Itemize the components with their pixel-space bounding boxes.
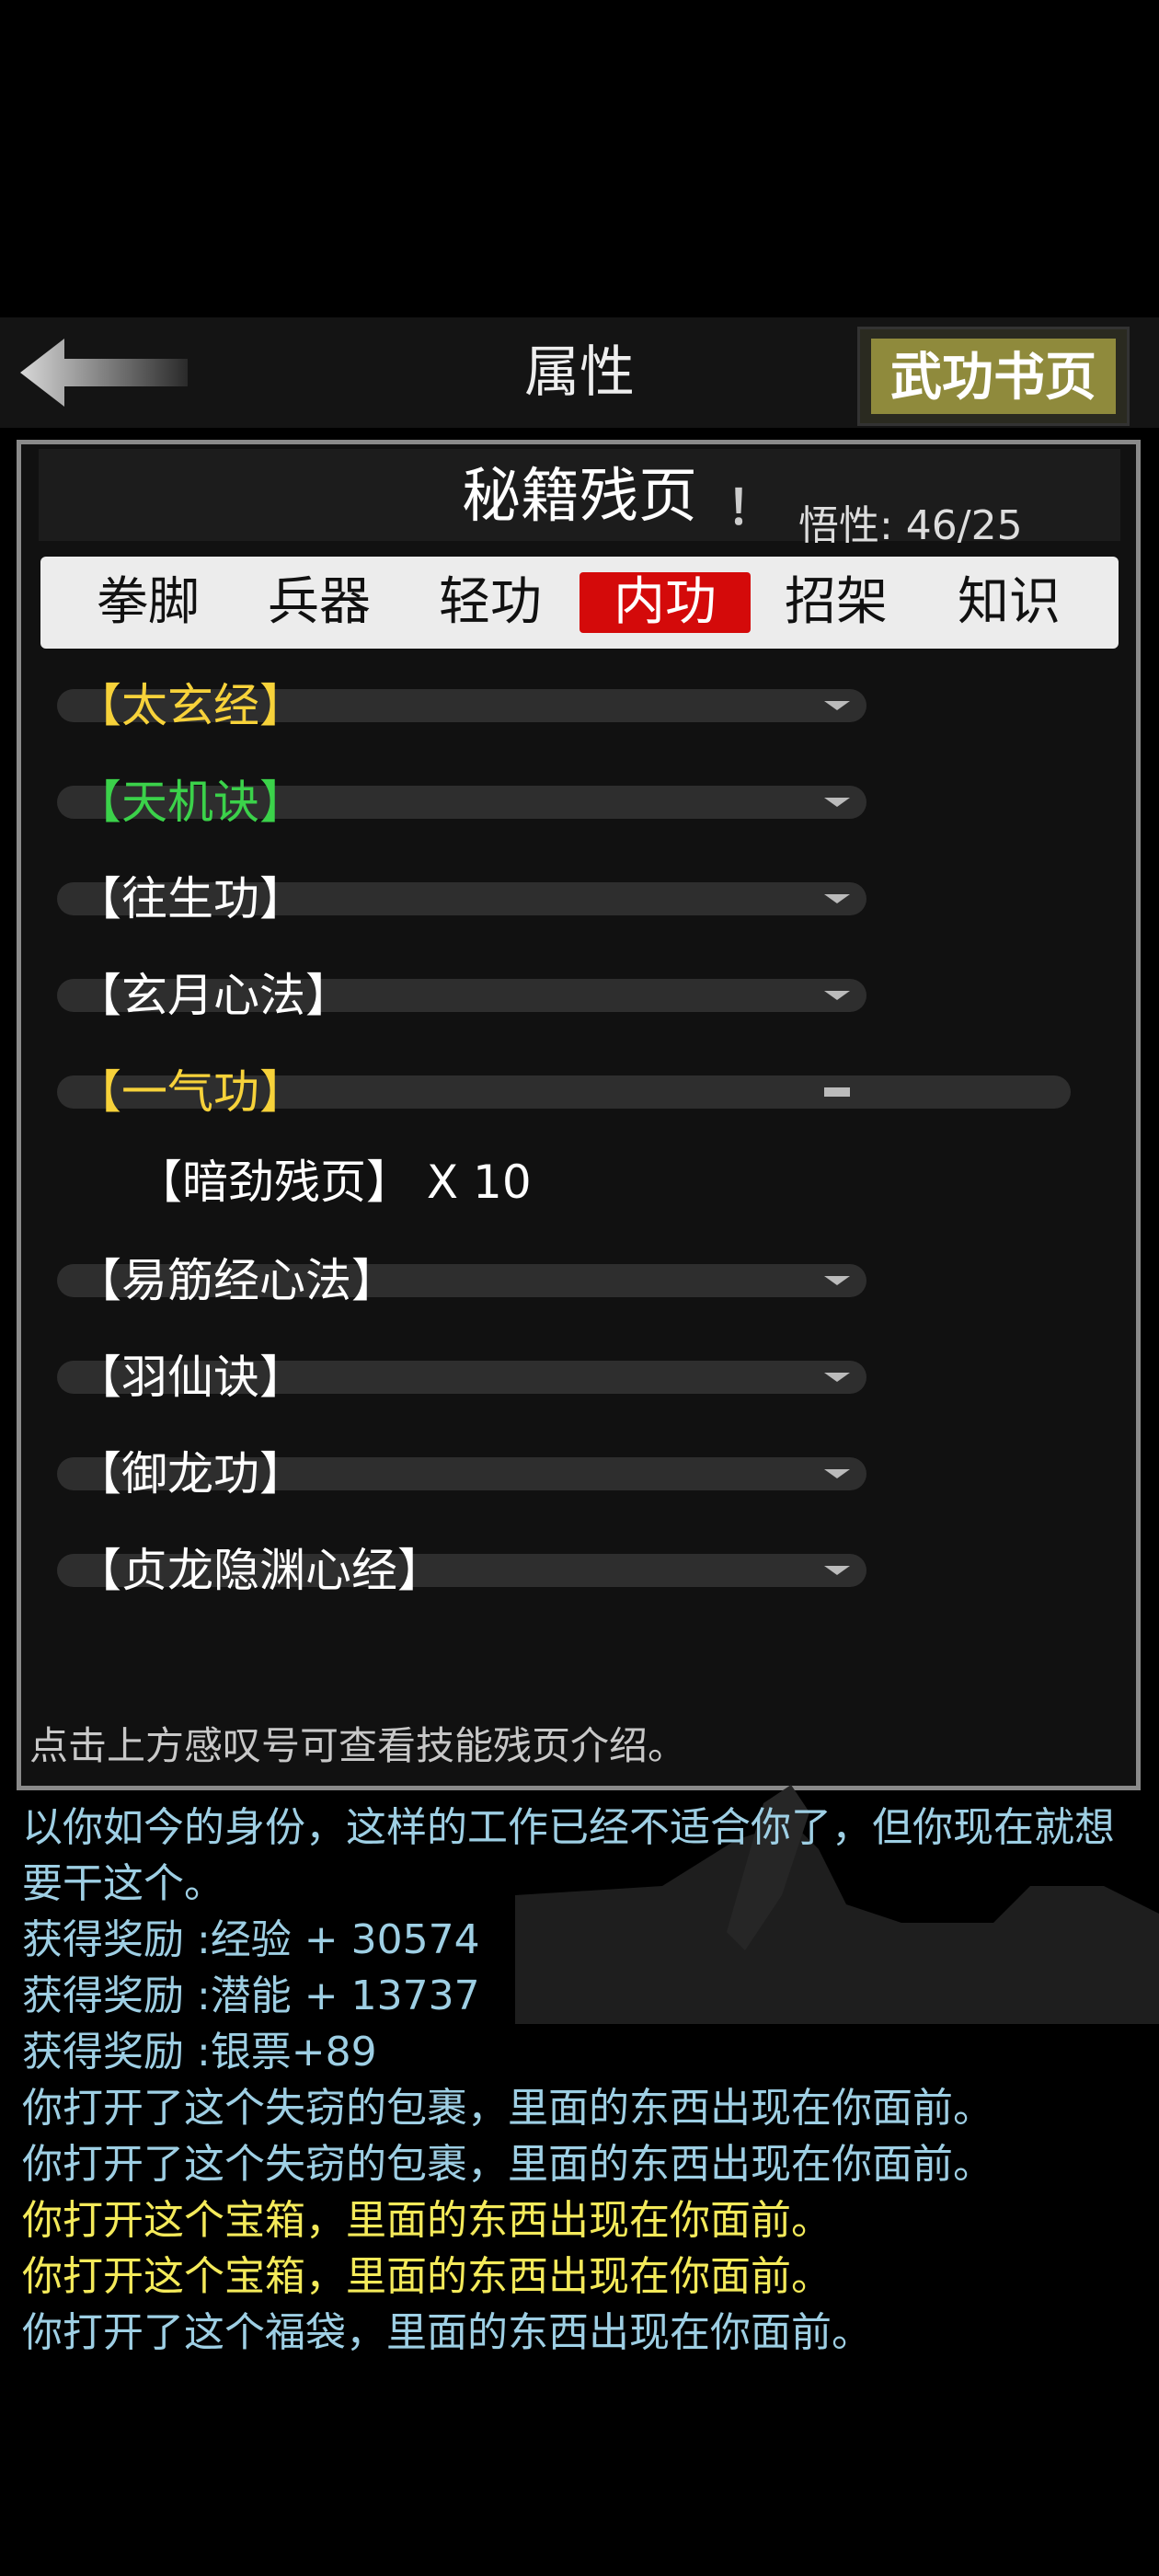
chevron-down-icon[interactable] <box>824 701 850 710</box>
skill-name[interactable]: 【御龙功】 <box>75 1442 305 1506</box>
log-line: 你打开这个宝箱，里面的东西出现在你面前。 <box>22 2197 832 2244</box>
log-line: 你打开这个宝箱，里面的东西出现在你面前。 <box>22 2253 832 2300</box>
chevron-down-icon[interactable] <box>824 1469 850 1478</box>
skill-name[interactable]: 【玄月心法】 <box>75 963 351 1028</box>
skill-name[interactable]: 【贞龙隐渊心经】 <box>75 1538 443 1603</box>
collapse-icon[interactable] <box>824 1087 850 1097</box>
chevron-down-icon[interactable] <box>824 1566 850 1575</box>
log-line: 你打开了这个福袋，里面的东西出现在你面前。 <box>22 2309 872 2356</box>
tab-3[interactable]: 内功 <box>580 572 751 633</box>
tab-2[interactable]: 轻功 <box>405 572 576 633</box>
hint-text: 点击上方感叹号可查看技能残页介绍。 <box>29 1723 687 1768</box>
chevron-down-icon[interactable] <box>824 798 850 807</box>
tab-1[interactable]: 兵器 <box>234 572 405 633</box>
skill-name[interactable]: 【太玄经】 <box>75 673 305 738</box>
martial-pages-button-label: 武功书页 <box>871 339 1116 414</box>
chevron-down-icon[interactable] <box>824 991 850 1000</box>
log-line: 以你如今的身份，这样的工作已经不适合你了，但你现在就想要干这个。 <box>22 1804 1115 1907</box>
tab-0[interactable]: 拳脚 <box>63 572 234 633</box>
martial-pages-button[interactable]: 武功书页 <box>857 327 1130 426</box>
log-line: 你打开了这个失窃的包裹，里面的东西出现在你面前。 <box>22 2141 993 2188</box>
skill-page-item[interactable]: 【暗劲残页】 X 10 <box>136 1150 532 1214</box>
tab-4[interactable]: 招架 <box>751 572 922 633</box>
log-line: 你打开了这个失窃的包裹，里面的东西出现在你面前。 <box>22 2085 993 2132</box>
skill-name[interactable]: 【一气功】 <box>75 1060 305 1124</box>
log-line: 获得奖励 :潜能 + 13737 <box>22 1972 480 2019</box>
chevron-down-icon[interactable] <box>824 894 850 903</box>
skill-name[interactable]: 【羽仙诀】 <box>75 1345 305 1409</box>
skill-name[interactable]: 【往生功】 <box>75 867 305 931</box>
log-line: 获得奖励 :经验 + 30574 <box>22 1916 480 1963</box>
info-exclaim-button[interactable]: ！ <box>727 469 775 538</box>
tab-5[interactable]: 知识 <box>924 572 1095 633</box>
skill-name[interactable]: 【易筋经心法】 <box>75 1248 397 1313</box>
message-log: 以你如今的身份，这样的工作已经不适合你了，但你现在就想要干这个。获得奖励 :经验… <box>22 1800 1144 2361</box>
chevron-down-icon[interactable] <box>824 1373 850 1382</box>
comprehension-stat: 悟性: 46/25 <box>798 502 1023 549</box>
log-line: 获得奖励 :银票+89 <box>22 2029 377 2076</box>
chevron-down-icon[interactable] <box>824 1276 850 1285</box>
skill-name[interactable]: 【天机诀】 <box>75 770 305 834</box>
